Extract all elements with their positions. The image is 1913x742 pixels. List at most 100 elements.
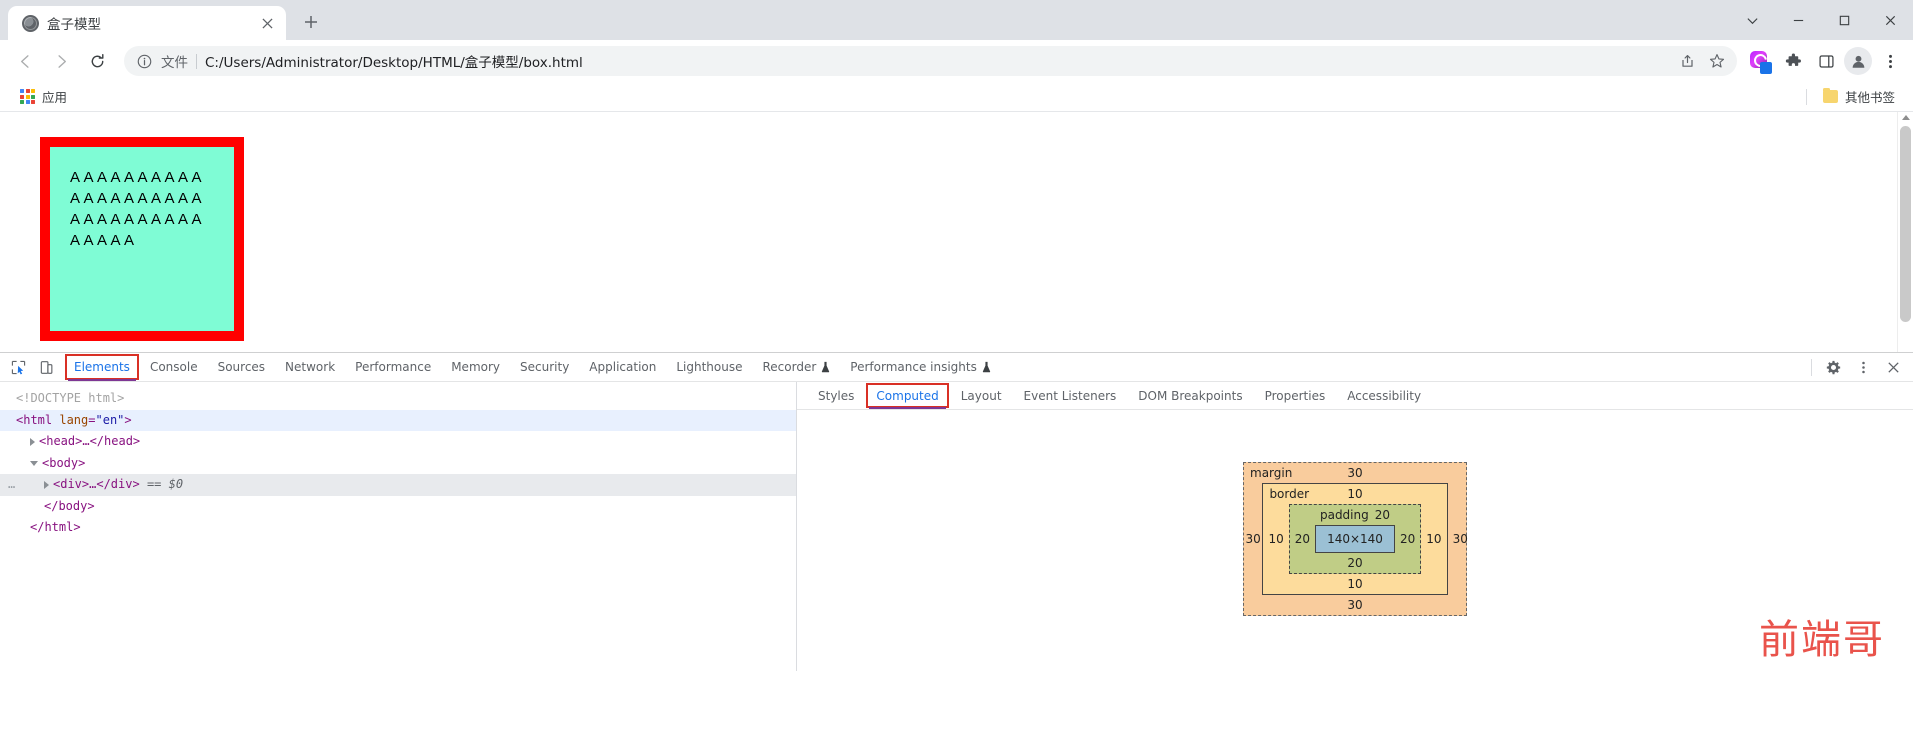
url-text[interactable]: C:/Users/Administrator/Desktop/HTML/盒子模型… (205, 51, 1665, 71)
box-model-padding-layer[interactable]: padding 20 20 140×140 20 20 (1288, 504, 1422, 574)
dom-row[interactable]: <body> (0, 453, 796, 475)
doctype-text: <!DOCTYPE html> (16, 391, 125, 405)
sidebar-tab-computed[interactable]: Computed (865, 382, 949, 409)
dom-row[interactable]: </html> (0, 517, 796, 539)
padding-left-value[interactable]: 20 (1290, 532, 1315, 546)
minimize-icon[interactable] (1775, 0, 1821, 40)
info-circle-icon[interactable] (136, 53, 153, 70)
tab-label: Sources (217, 360, 266, 374)
browser-window: 盒子模型 文件 C:/Users/Administrator/Desktop/H… (0, 0, 1913, 742)
puzzle-piece-icon[interactable] (1778, 46, 1808, 76)
devtools-tab-sources[interactable]: Sources (208, 353, 275, 381)
tab-label: Computed (876, 388, 939, 403)
experiment-flask-icon (982, 361, 991, 373)
box-model-diagram[interactable]: margin 30 30 border 10 10 padding 20 20 … (1243, 462, 1468, 616)
address-bar[interactable]: 文件 C:/Users/Administrator/Desktop/HTML/盒… (124, 46, 1737, 76)
maximize-icon[interactable] (1821, 0, 1867, 40)
devtools-toolbar: Elements Console Sources Network Perform… (0, 353, 1913, 382)
close-icon[interactable] (1879, 354, 1907, 380)
dom-row[interactable]: <!DOCTYPE html> (0, 388, 796, 410)
devtools-sidebar-pane: Styles Computed Layout Event Listeners D… (797, 382, 1913, 671)
share-icon[interactable] (1673, 47, 1701, 75)
devtools-tab-memory[interactable]: Memory (441, 353, 510, 381)
chevron-down-icon[interactable] (1729, 0, 1775, 40)
new-tab-button[interactable] (296, 7, 326, 37)
watermark-text: 前端哥 (1759, 617, 1885, 663)
gear-icon[interactable] (1819, 354, 1847, 380)
dom-tree-pane[interactable]: <!DOCTYPE html> <html lang="en"> <head>…… (0, 382, 797, 671)
close-icon[interactable] (1867, 0, 1913, 40)
padding-top-value[interactable]: 20 (1375, 508, 1390, 522)
sidebar-tab-properties[interactable]: Properties (1254, 382, 1337, 409)
border-left-value[interactable]: 10 (1263, 532, 1288, 546)
reload-icon[interactable] (80, 44, 114, 78)
chevron-right-icon[interactable] (44, 480, 49, 489)
folder-icon (1822, 87, 1838, 103)
devtools-tab-elements[interactable]: Elements (64, 353, 140, 381)
page-scrollbar[interactable] (1897, 112, 1913, 352)
devtools-tab-lighthouse[interactable]: Lighthouse (666, 353, 752, 381)
star-icon[interactable] (1703, 47, 1731, 75)
extension-icon[interactable] (1745, 46, 1775, 76)
globe-icon (22, 14, 39, 32)
margin-left-value[interactable]: 30 (1240, 532, 1262, 546)
device-toolbar-icon[interactable] (32, 354, 60, 380)
inspect-cursor-icon[interactable] (4, 354, 32, 380)
box-model-padding-label: padding (1319, 508, 1369, 522)
margin-right-value[interactable]: 30 (1448, 532, 1470, 546)
sidebar-tab-event-listeners[interactable]: Event Listeners (1013, 382, 1128, 409)
border-right-value[interactable]: 10 (1421, 532, 1446, 546)
devtools-tab-console[interactable]: Console (140, 353, 208, 381)
scrollbar-thumb[interactable] (1900, 126, 1911, 322)
devtools-tab-performance[interactable]: Performance (345, 353, 441, 381)
sidebar-tab-list: Styles Computed Layout Event Listeners D… (797, 382, 1913, 410)
other-bookmarks-button[interactable]: 其他书签 (1815, 85, 1903, 108)
devtools-tab-performance-insights[interactable]: Performance insights (840, 353, 1001, 381)
tab-label: Accessibility (1347, 388, 1422, 403)
box-model-margin-label: margin (1250, 466, 1293, 480)
padding-middle-row: 20 140×140 20 (1290, 525, 1421, 553)
back-arrow-icon[interactable] (8, 44, 42, 78)
chevron-down-icon[interactable] (30, 460, 38, 466)
bookmarks-bar: 应用 其他书签 (0, 82, 1913, 112)
margin-bottom-value[interactable]: 30 (1244, 595, 1466, 615)
box-model-border-layer[interactable]: border 10 10 padding 20 20 140×140 20 20… (1262, 483, 1448, 595)
three-dot-menu-icon[interactable] (1849, 354, 1877, 380)
devtools-tab-recorder[interactable]: Recorder (753, 353, 841, 381)
box-model-content-box[interactable]: 140×140 (1315, 525, 1395, 553)
sidebar-tab-layout[interactable]: Layout (950, 382, 1013, 409)
forward-arrow-icon[interactable] (44, 44, 78, 78)
dom-row[interactable]: <html lang="en"> (0, 409, 796, 431)
box-model-margin-layer[interactable]: margin 30 30 border 10 10 padding 20 20 … (1243, 462, 1468, 616)
padding-bottom-value[interactable]: 20 (1290, 553, 1421, 573)
browser-tab[interactable]: 盒子模型 (8, 6, 286, 40)
side-panel-icon[interactable] (1811, 46, 1841, 76)
profile-avatar-icon[interactable] (1844, 47, 1872, 75)
tab-label: Performance (355, 360, 432, 374)
sidebar-tab-styles[interactable]: Styles (807, 382, 865, 409)
divider (1811, 358, 1812, 376)
dom-row[interactable]: </body> (0, 496, 796, 518)
dom-row[interactable]: … <div>…</div> == $0 (0, 474, 796, 496)
sidebar-tab-accessibility[interactable]: Accessibility (1336, 382, 1432, 409)
scroll-up-arrow-icon[interactable] (1901, 115, 1910, 120)
sidebar-tab-dom-breakpoints[interactable]: DOM Breakpoints (1127, 382, 1253, 409)
margin-middle-row: 30 border 10 10 padding 20 20 140×140 20… (1244, 483, 1468, 595)
url-scheme-label: 文件 (161, 55, 188, 71)
demo-box-element: AAAAAAAAAAAAAAAAAAAAAAAAAAAAAAAAAAA (40, 137, 244, 341)
border-bottom-value[interactable]: 10 (1263, 574, 1446, 594)
devtools-tab-security[interactable]: Security (510, 353, 579, 381)
close-icon[interactable] (256, 12, 278, 34)
devtools-tab-network[interactable]: Network (275, 353, 345, 381)
html-open-tag: <html (16, 412, 53, 427)
chevron-right-icon[interactable] (30, 437, 35, 446)
bookmark-apps[interactable]: 应用 (12, 85, 75, 108)
dom-row[interactable]: <head>…</head> (0, 431, 796, 453)
row-menu-dots[interactable]: … (8, 474, 15, 496)
three-dot-menu-icon[interactable] (1875, 46, 1905, 76)
extension-toolbar (1745, 46, 1905, 76)
padding-right-value[interactable]: 20 (1395, 532, 1420, 546)
window-controls (1729, 0, 1913, 40)
div-line: <div>…</div> (53, 477, 140, 491)
devtools-tab-application[interactable]: Application (579, 353, 666, 381)
